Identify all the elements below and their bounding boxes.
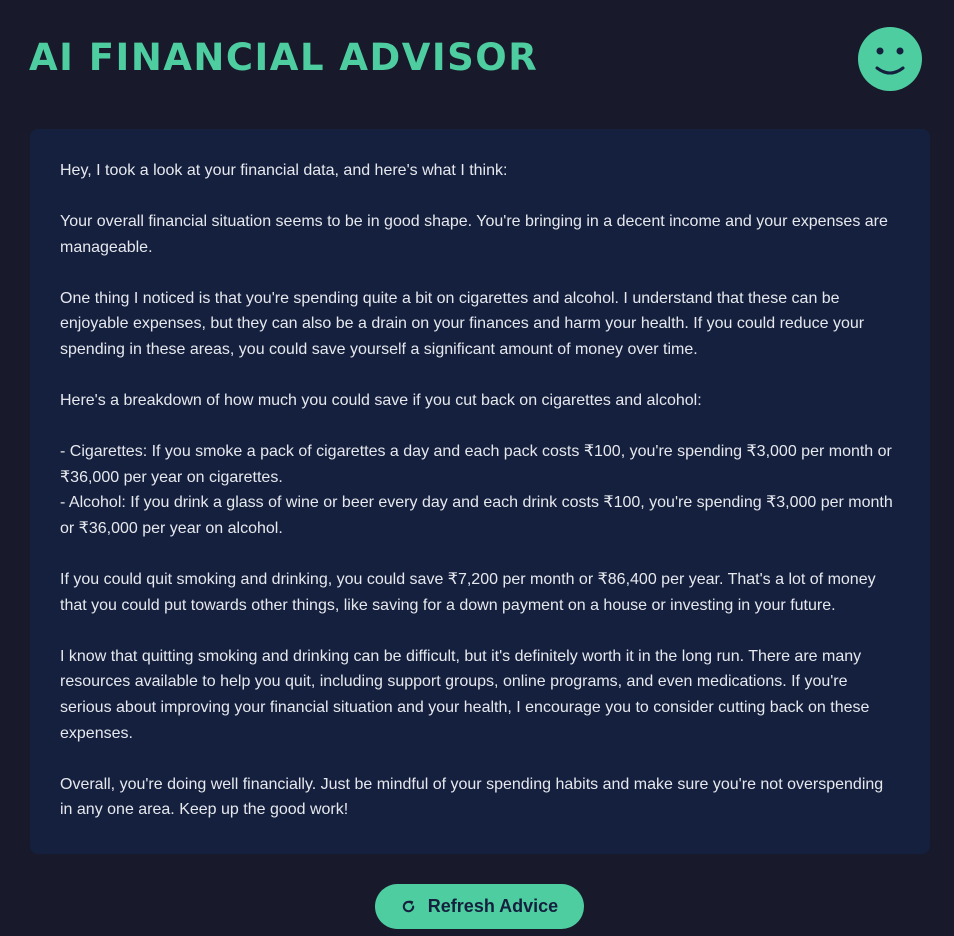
- smiley-face-icon: [875, 47, 905, 75]
- refresh-advice-button[interactable]: Refresh Advice: [375, 884, 584, 929]
- advice-paragraph: Overall, you're doing well financially. …: [60, 772, 900, 823]
- advice-line: If you could quit smoking and drinking, …: [60, 571, 876, 614]
- advice-line: - Cigarettes: If you smoke a pack of cig…: [60, 443, 892, 486]
- refresh-advice-label: Refresh Advice: [427, 896, 559, 916]
- advice-text: Hey, I took a look at your financial dat…: [60, 158, 900, 823]
- advice-line: One thing I noticed is that you're spend…: [60, 289, 865, 358]
- avatar: [858, 27, 922, 91]
- advice-line: Here's a breakdown of how much you could…: [60, 392, 702, 410]
- advice-paragraph: Hey, I took a look at your financial dat…: [60, 158, 900, 184]
- refresh-icon: [401, 899, 416, 914]
- page-title: AI FINANCIAL ADVISOR: [29, 36, 539, 79]
- app-page: AI FINANCIAL ADVISOR Hey, I took a look …: [0, 0, 954, 936]
- advice-paragraph: Your overall financial situation seems t…: [60, 209, 900, 260]
- advice-paragraph: One thing I noticed is that you're spend…: [60, 286, 900, 363]
- advice-paragraph: I know that quitting smoking and drinkin…: [60, 644, 900, 746]
- advice-paragraph: Here's a breakdown of how much you could…: [60, 388, 900, 414]
- advice-line: I know that quitting smoking and drinkin…: [60, 647, 870, 742]
- advice-line: - Alcohol: If you drink a glass of wine …: [60, 494, 893, 537]
- advice-line: Overall, you're doing well financially. …: [60, 775, 884, 819]
- advice-card: Hey, I took a look at your financial dat…: [30, 129, 930, 854]
- advice-line: Your overall financial situation seems t…: [60, 213, 888, 256]
- advice-line: Hey, I took a look at your financial dat…: [60, 162, 508, 179]
- advice-paragraph: If you could quit smoking and drinking, …: [60, 567, 900, 618]
- advice-paragraph: - Cigarettes: If you smoke a pack of cig…: [60, 439, 900, 541]
